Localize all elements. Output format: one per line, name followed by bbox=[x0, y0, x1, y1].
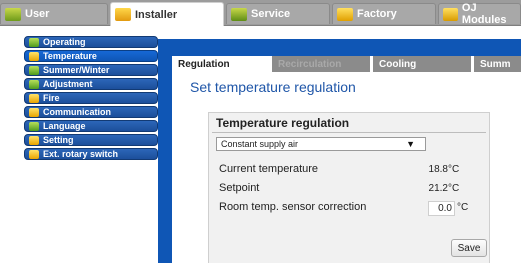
tab-factory[interactable]: Factory bbox=[332, 3, 436, 24]
setting-icon bbox=[29, 136, 39, 145]
sub-tab-bar: Regulation Recirculation Cooling Summ bbox=[172, 56, 521, 72]
communication-icon bbox=[29, 108, 39, 117]
setpoint-value: 21.2 bbox=[428, 183, 448, 194]
dropdown-arrow-icon: ▼ bbox=[406, 139, 415, 149]
current-temperature-label: Current temperature bbox=[219, 163, 319, 175]
tab-regulation-label: Regulation bbox=[178, 58, 230, 70]
tab-regulation[interactable]: Regulation bbox=[172, 56, 269, 72]
tab-service-label: Service bbox=[251, 8, 291, 20]
tab-installer[interactable]: Installer bbox=[110, 2, 224, 26]
sidebar-item-fire[interactable]: Fire bbox=[24, 92, 158, 104]
operating-icon bbox=[29, 38, 39, 47]
tab-summer-label: Summ bbox=[480, 58, 511, 70]
setpoint-label: Setpoint bbox=[219, 182, 260, 194]
sidebar-item-language[interactable]: Language bbox=[24, 120, 158, 132]
tab-summer[interactable]: Summ bbox=[474, 56, 521, 72]
sidebar-item-temperature[interactable]: Temperature bbox=[24, 50, 158, 62]
service-icon bbox=[231, 7, 247, 21]
current-temperature-unit: °C bbox=[448, 164, 460, 175]
factory-icon bbox=[337, 7, 353, 21]
tab-oj-modules[interactable]: OJ Modules bbox=[438, 2, 521, 26]
sidebar-item-label: Adjustment bbox=[43, 79, 93, 89]
tab-factory-label: Factory bbox=[357, 8, 397, 20]
rotary-switch-icon bbox=[29, 150, 39, 159]
tab-user[interactable]: User bbox=[0, 3, 108, 24]
user-icon bbox=[5, 7, 21, 21]
tab-oj-modules-label: OJ Modules bbox=[461, 2, 507, 26]
top-tab-bar: User Installer Service Factory OJ Module… bbox=[0, 0, 521, 26]
app-window: User Installer Service Factory OJ Module… bbox=[0, 0, 521, 263]
sidebar-item-communication[interactable]: Communication bbox=[24, 106, 158, 118]
tab-recirculation[interactable]: Recirculation bbox=[272, 56, 370, 72]
tab-cooling-label: Cooling bbox=[379, 58, 417, 70]
sidebar-item-ext-rotary-switch[interactable]: Ext. rotary switch bbox=[24, 148, 158, 160]
tab-cooling[interactable]: Cooling bbox=[373, 56, 471, 72]
save-button[interactable]: Save bbox=[451, 239, 487, 257]
sidebar-item-label: Operating bbox=[43, 37, 86, 47]
sidebar-item-label: Fire bbox=[43, 93, 60, 103]
sidebar-item-label: Summer/Winter bbox=[43, 65, 110, 75]
installer-icon bbox=[115, 8, 131, 21]
room-sensor-correction-input[interactable]: 0.0 bbox=[428, 201, 455, 216]
setpoint-unit: °C bbox=[448, 183, 460, 194]
panel-title: Temperature regulation bbox=[216, 116, 350, 130]
sidebar-item-summer-winter[interactable]: Summer/Winter bbox=[24, 64, 158, 76]
panel-divider bbox=[212, 132, 486, 133]
sidebar-item-label: Setting bbox=[43, 135, 74, 145]
room-sensor-correction-unit: °C bbox=[457, 202, 469, 213]
tab-service[interactable]: Service bbox=[226, 3, 330, 24]
language-icon bbox=[29, 122, 39, 131]
sidebar-item-label: Language bbox=[43, 121, 86, 131]
sidebar-item-label: Temperature bbox=[43, 51, 97, 61]
sidebar-item-label: Communication bbox=[43, 107, 112, 117]
fire-icon bbox=[29, 94, 39, 103]
summer-winter-icon bbox=[29, 66, 39, 75]
sidebar-item-adjustment[interactable]: Adjustment bbox=[24, 78, 158, 90]
sidebar-item-operating[interactable]: Operating bbox=[24, 36, 158, 48]
sidebar: Operating Temperature Summer/Winter Adju… bbox=[24, 36, 158, 162]
temperature-icon bbox=[29, 52, 39, 61]
regulation-mode-value: Constant supply air bbox=[221, 139, 299, 149]
room-sensor-correction-label: Room temp. sensor correction bbox=[219, 201, 367, 213]
regulation-mode-select[interactable]: Constant supply air ▼ bbox=[216, 137, 426, 151]
tab-recirculation-label: Recirculation bbox=[278, 58, 342, 70]
current-temperature-value: 18.8 bbox=[428, 164, 448, 175]
tab-installer-label: Installer bbox=[135, 8, 178, 21]
oj-modules-icon bbox=[443, 7, 458, 21]
sidebar-item-label: Ext. rotary switch bbox=[43, 149, 119, 159]
sidebar-item-setting[interactable]: Setting bbox=[24, 134, 158, 146]
page-title: Set temperature regulation bbox=[190, 79, 356, 95]
adjustment-icon bbox=[29, 80, 39, 89]
tab-user-label: User bbox=[25, 8, 50, 20]
